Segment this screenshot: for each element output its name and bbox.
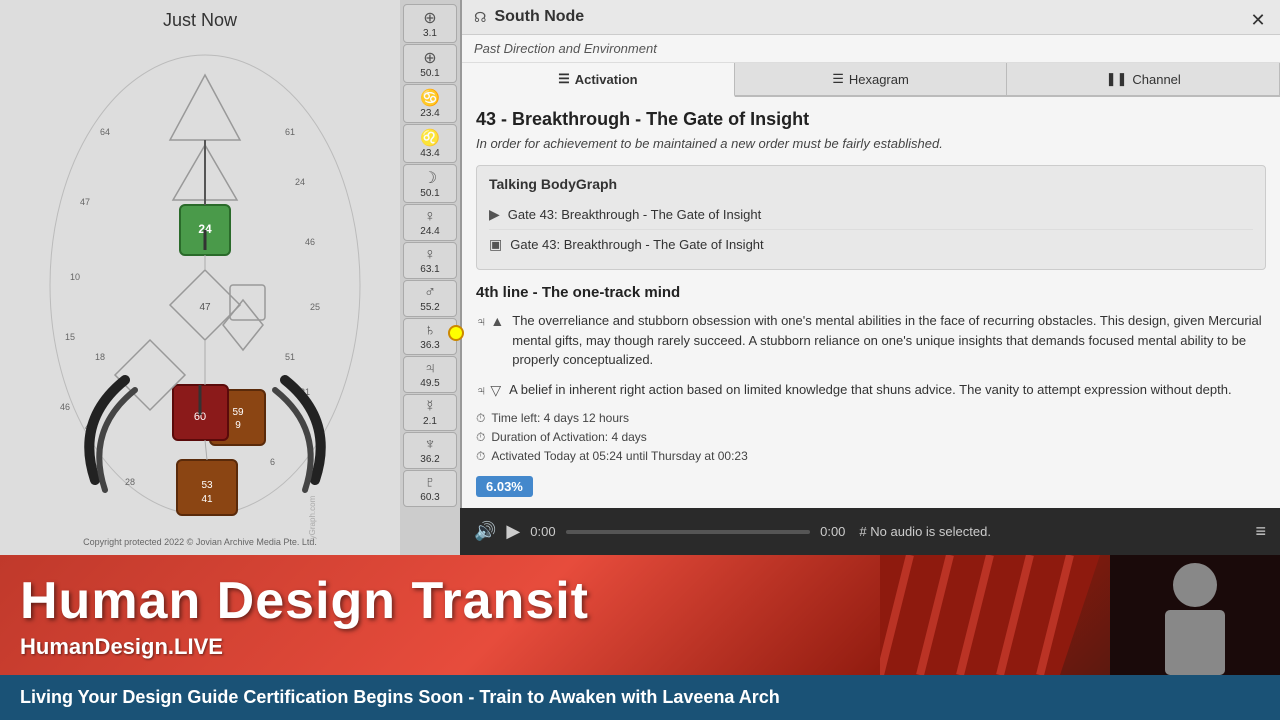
panel-subtitle: Past Direction and Environment — [462, 35, 1280, 63]
gate-subtitle-text: The Gate of Insight — [646, 109, 809, 129]
audio-row-doc-text: Gate 43: Breakthrough - The Gate of Insi… — [510, 237, 763, 252]
sidebar-icon-6[interactable]: ♀63.1 — [403, 242, 457, 279]
svg-text:9: 9 — [235, 420, 241, 431]
svg-text:6: 6 — [270, 457, 275, 467]
svg-text:46: 46 — [60, 402, 70, 412]
svg-text:41: 41 — [201, 494, 213, 505]
audio-row-doc[interactable]: ▣ Gate 43: Breakthrough - The Gate of In… — [489, 230, 1253, 259]
bodygraph-svg: 24 47 59 9 60 53 41 — [10, 30, 400, 540]
info-activated: ⏱ Activated Today at 05:24 until Thursda… — [476, 449, 1266, 464]
gate-description: In order for achievement to be maintaine… — [476, 136, 1266, 151]
panel-header: ☊ South Node ✕ — [462, 0, 1280, 35]
gate-subtitle-inline: - — [635, 109, 646, 129]
info-duration: ⏱ Duration of Activation: 4 days — [476, 430, 1266, 445]
sidebar-icon-7[interactable]: ♂55.2 — [403, 280, 457, 317]
copyright-text: Copyright protected 2022 © Jovian Archiv… — [83, 537, 317, 547]
sidebar-icon-4[interactable]: ☽50.1 — [403, 164, 457, 203]
svg-text:61: 61 — [285, 127, 295, 137]
svg-text:47: 47 — [80, 197, 90, 207]
tab-channel[interactable]: ❚❚ Channel — [1007, 63, 1280, 95]
sidebar-icon-12[interactable]: ♇60.3 — [403, 470, 457, 507]
banner-person — [1110, 555, 1280, 675]
line-symbol-2: ♃ ▽ — [476, 380, 501, 401]
audio-bar: 🔊 ▶ 0:00 0:00 # No audio is selected. ≡ — [460, 508, 1280, 555]
panel-title: South Node — [494, 8, 584, 26]
banner-stripes — [880, 555, 1100, 675]
sidebar-icon-3[interactable]: ♌43.4 — [403, 124, 457, 163]
sidebar-icon-1[interactable]: ⊕50.1 — [403, 44, 457, 83]
sidebar-icon-9[interactable]: ♃49.5 — [403, 356, 457, 393]
line-desc-1: ♃ ▲ The overreliance and stubborn obsess… — [476, 311, 1266, 370]
audio-row-play-text: Gate 43: Breakthrough - The Gate of Insi… — [508, 207, 761, 222]
clock-icon-1: ⏱ — [476, 411, 485, 426]
svg-text:15: 15 — [65, 332, 75, 342]
bodygraph-panel: Just Now 24 47 59 9 60 53 41 — [0, 0, 400, 555]
audio-row-play[interactable]: ▶ Gate 43: Breakthrough - The Gate of In… — [489, 200, 1253, 230]
svg-text:24: 24 — [295, 177, 305, 187]
ticker-text: Living Your Design Guide Certification B… — [0, 687, 780, 708]
svg-text:59: 59 — [232, 407, 244, 418]
sidebar-icon-2[interactable]: ♋23.4 — [403, 84, 457, 123]
svg-text:myBodyGraph.com: myBodyGraph.com — [308, 495, 317, 540]
svg-text:28: 28 — [125, 477, 135, 487]
svg-text:51: 51 — [285, 352, 295, 362]
close-button[interactable]: ✕ — [1246, 8, 1270, 32]
sidebar-icon-11[interactable]: ♆36.2 — [403, 432, 457, 469]
time-left-text: Time left: 4 days 12 hours — [491, 411, 629, 425]
volume-button[interactable]: 🔊 — [474, 521, 496, 542]
play-icon: ▶ — [489, 206, 500, 223]
sidebar-icon-10[interactable]: ☿2.1 — [403, 394, 457, 431]
tabs-bar: ☰ Activation ☰ Hexagram ❚❚ Channel — [462, 63, 1280, 97]
percentage-badge: 6.03% — [476, 476, 533, 497]
activation-tab-icon: ☰ — [558, 71, 570, 87]
timestamp: Just Now — [163, 10, 237, 31]
gate-title: 43 - Breakthrough - The Gate of Insight — [476, 109, 1266, 130]
svg-text:46: 46 — [305, 237, 315, 247]
sidebar-icon-5[interactable]: ♀24.4 — [403, 204, 457, 241]
tab-activation[interactable]: ☰ Activation — [462, 63, 735, 97]
audio-time-start: 0:00 — [530, 524, 555, 539]
no-audio-text: # No audio is selected. — [859, 524, 991, 539]
svg-text:53: 53 — [201, 480, 213, 491]
activated-text: Activated Today at 05:24 until Thursday … — [491, 449, 747, 463]
cursor-indicator — [448, 325, 464, 341]
svg-text:47: 47 — [199, 302, 211, 313]
talking-bodygraph-box: Talking BodyGraph ▶ Gate 43: Breakthroug… — [476, 165, 1266, 270]
audio-time-end: 0:00 — [820, 524, 845, 539]
channel-tab-label: Channel — [1132, 72, 1180, 87]
audio-progress-bar[interactable] — [566, 530, 811, 534]
svg-text:10: 10 — [70, 272, 80, 282]
line-desc-2: ♃ ▽ A belief in inherent right action ba… — [476, 380, 1266, 401]
ticker-bar: Living Your Design Guide Certification B… — [0, 675, 1280, 720]
activation-tab-label: Activation — [575, 72, 638, 87]
line-text-1: The overreliance and stubborn obsession … — [512, 311, 1266, 370]
talking-bodygraph-title: Talking BodyGraph — [489, 176, 1253, 192]
person-silhouette — [1135, 555, 1255, 675]
line-title: 4th line - The one-track mind — [476, 284, 1266, 301]
audio-list-button[interactable]: ≡ — [1255, 521, 1266, 542]
svg-text:18: 18 — [95, 352, 105, 362]
sidebar-icon-0[interactable]: ⊕3.1 — [403, 4, 457, 43]
gate-number: 43 — [476, 109, 496, 129]
info-time-left: ⏱ Time left: 4 days 12 hours — [476, 411, 1266, 426]
gate-name: Breakthrough — [512, 109, 630, 129]
panel-content: 43 - Breakthrough - The Gate of Insight … — [462, 97, 1280, 555]
svg-text:25: 25 — [310, 302, 320, 312]
right-sidebar: ⊕3.1⊕50.1♋23.4♌43.4☽50.1♀24.4♀63.1♂55.2♄… — [400, 0, 460, 555]
right-panel: ☊ South Node ✕ Past Direction and Enviro… — [460, 0, 1280, 555]
play-pause-button[interactable]: ▶ — [506, 521, 520, 542]
clock-icon-3: ⏱ — [476, 449, 485, 464]
clock-icon-2: ⏱ — [476, 430, 485, 445]
tab-hexagram[interactable]: ☰ Hexagram — [735, 63, 1008, 95]
gate-separator: - — [501, 109, 512, 129]
svg-text:64: 64 — [100, 127, 110, 137]
hexagram-tab-label: Hexagram — [849, 72, 909, 87]
line-text-2: A belief in inherent right action based … — [509, 380, 1231, 400]
channel-tab-icon: ❚❚ — [1106, 71, 1128, 87]
doc-icon: ▣ — [489, 236, 502, 253]
duration-text: Duration of Activation: 4 days — [491, 430, 646, 444]
line-symbol-1: ♃ ▲ — [476, 311, 504, 332]
hexagram-tab-icon: ☰ — [832, 71, 844, 87]
planet-icon: ☊ — [474, 9, 486, 26]
